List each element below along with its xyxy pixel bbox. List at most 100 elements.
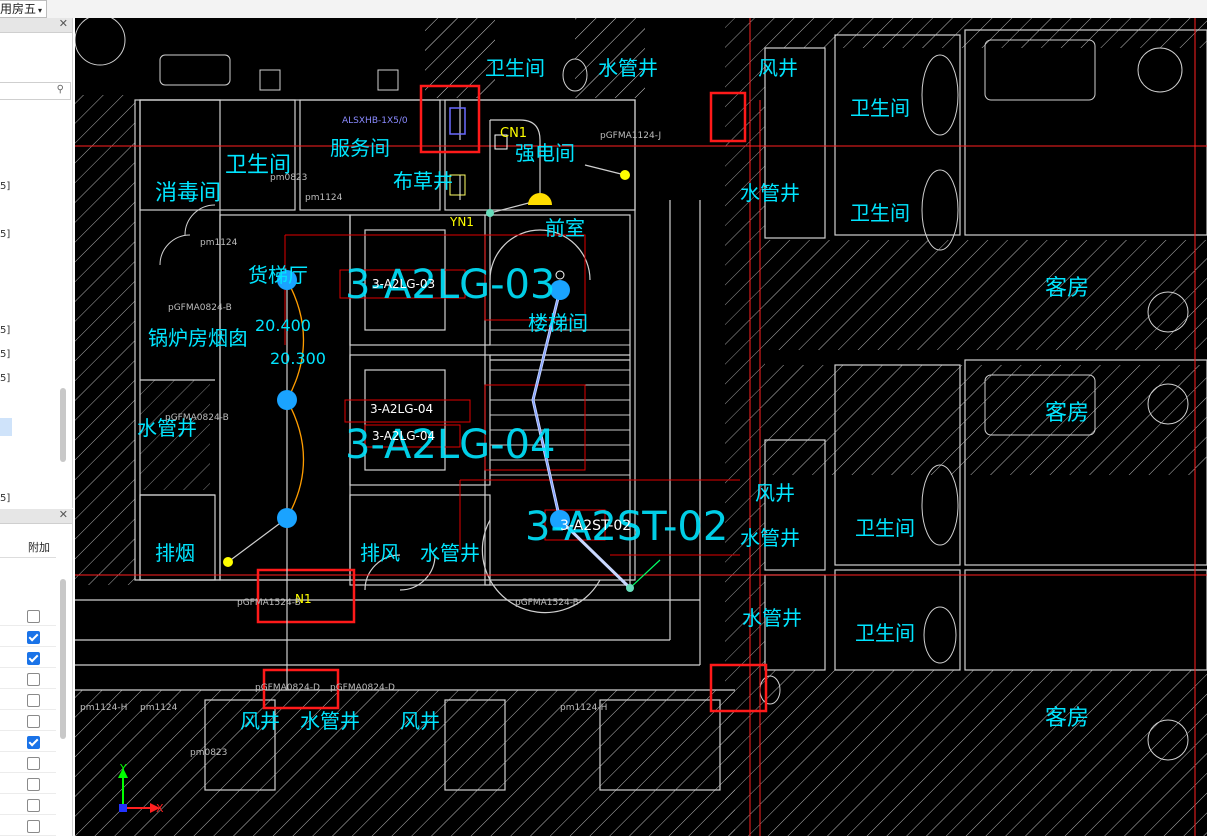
tree-item[interactable]: 5] — [0, 493, 10, 504]
room-label: 客房 — [1045, 276, 1089, 301]
door-tag: pm1124-H — [80, 703, 127, 713]
room-label: 风井 — [758, 56, 798, 80]
attach-checkbox[interactable] — [27, 652, 40, 665]
panel-header: ✕ — [0, 508, 72, 524]
door-tag: pm0823 — [190, 748, 227, 758]
room-label: 前室 — [545, 216, 585, 240]
row-divider — [0, 625, 56, 626]
panel-header: ✕ — [0, 17, 72, 33]
room-label: 水管井 — [420, 541, 480, 565]
row-divider — [0, 751, 56, 752]
room-label: 卫生间 — [850, 201, 910, 225]
attach-checkbox[interactable] — [27, 694, 40, 707]
attach-checkbox[interactable] — [27, 610, 40, 623]
door-tag: pm1124-H — [560, 703, 607, 713]
room-label: 排烟 — [155, 541, 195, 565]
equipment-tag: YN1 — [449, 215, 474, 229]
room-label: 客房 — [1045, 401, 1089, 426]
properties-panel: ✕ 附加 — [0, 508, 73, 836]
close-icon[interactable]: ✕ — [59, 508, 68, 521]
room-label: 客房 — [1045, 706, 1089, 731]
room-label: 卫生间 — [485, 56, 545, 80]
scrollbar[interactable] — [60, 388, 66, 462]
close-icon[interactable]: ✕ — [59, 17, 68, 30]
door-tag: pGFMA0824-D — [330, 683, 395, 693]
door-tag: pm0823 — [270, 173, 307, 183]
door-tag: pGFMA0824-B — [168, 303, 232, 313]
device-node — [277, 508, 297, 528]
row-divider — [0, 709, 56, 710]
row-divider — [0, 646, 56, 647]
room-label: 卫生间 — [850, 96, 910, 120]
column-header: 附加 — [0, 535, 56, 558]
door-tag: pGFMA1524-B — [515, 598, 579, 608]
elevation-label: 20.400 — [255, 316, 311, 335]
door-tag: pGFMA1124-J — [600, 131, 661, 141]
attach-checkbox[interactable] — [27, 799, 40, 812]
door-tag: pGFMA1524-B — [237, 598, 301, 608]
room-label: 卫生间 — [855, 516, 915, 540]
row-divider — [0, 772, 56, 773]
door-tag: pm1124 — [305, 193, 343, 203]
room-label: 楼梯间 — [528, 311, 588, 335]
floor-dropdown-label: 用房五 — [0, 2, 37, 16]
equipment-tag: 3-A2LG-04 — [370, 402, 433, 416]
cad-drawing-canvas[interactable]: 卫生间 消毒间 服务间 布草井 强电间 前室 货梯厅 锅炉房烟囱 水管井 排烟 … — [75, 18, 1207, 836]
scrollbar[interactable] — [60, 579, 66, 739]
room-label: 消毒间 — [155, 181, 221, 206]
search-icon[interactable]: ⚲ — [57, 84, 64, 95]
tree-item[interactable]: 5] — [0, 325, 10, 336]
left-panel: ✕ ⚲ 5] 5] 5] 5] 5] 5] ✕ 附加 — [0, 17, 75, 836]
room-label: 强电间 — [515, 141, 575, 165]
room-label: 服务间 — [330, 136, 390, 160]
attach-checkbox[interactable] — [27, 673, 40, 686]
top-toolbar: 用房五 ▾ — [0, 0, 1207, 19]
room-label: 水管井 — [598, 56, 658, 80]
attach-checkbox[interactable] — [27, 736, 40, 749]
axis-x-label: X — [156, 802, 164, 815]
door-tag: pGFMA0824-B — [165, 413, 229, 423]
attach-checkbox[interactable] — [27, 820, 40, 833]
equipment-tag: 3-A2ST-02 — [560, 518, 631, 534]
row-divider — [0, 688, 56, 689]
device-node — [223, 557, 233, 567]
device-node — [620, 170, 630, 180]
axis-y-label: Y — [119, 762, 127, 775]
chevron-down-icon: ▾ — [38, 6, 43, 15]
room-label: 卫生间 — [855, 621, 915, 645]
room-label: 水管井 — [300, 709, 360, 733]
attach-checkbox[interactable] — [27, 778, 40, 791]
door-tag: pm1124 — [200, 238, 238, 248]
attach-checkbox[interactable] — [27, 757, 40, 770]
attach-checkbox[interactable] — [27, 715, 40, 728]
navigation-panel: ✕ ⚲ 5] 5] 5] 5] 5] 5] — [0, 17, 73, 508]
device-node — [277, 390, 297, 410]
row-divider — [0, 667, 56, 668]
device-node — [486, 209, 494, 217]
room-label: 水管井 — [740, 526, 800, 550]
door-tag: pm1124 — [140, 703, 178, 713]
room-label: 排风 — [360, 541, 400, 565]
search-input[interactable]: ⚲ — [0, 82, 71, 100]
room-label: 锅炉房烟囱 — [148, 326, 248, 350]
room-label: 布草井 — [393, 169, 453, 193]
room-label: 风井 — [755, 481, 795, 505]
attach-checkbox[interactable] — [27, 631, 40, 644]
floor-dropdown[interactable]: 用房五 ▾ — [0, 0, 48, 18]
tree-item[interactable]: 5] — [0, 349, 10, 360]
device-node — [626, 584, 634, 592]
row-divider — [0, 793, 56, 794]
selected-tree-item[interactable] — [0, 418, 12, 436]
tree-item[interactable]: 5] — [0, 229, 10, 240]
room-label: 风井 — [400, 709, 440, 733]
tree-item[interactable]: 5] — [0, 373, 10, 384]
door-tag: ALSXHB-1X5/0 — [342, 116, 408, 126]
room-label: 货梯厅 — [248, 263, 308, 287]
equipment-tag: CN1 — [500, 126, 527, 141]
row-divider — [0, 814, 56, 815]
room-label: 水管井 — [740, 181, 800, 205]
tree-item[interactable]: 5] — [0, 181, 10, 192]
room-label: 风井 — [240, 709, 280, 733]
equipment-tag: 3-A2LG-03 — [372, 277, 435, 291]
room-label: 水管井 — [742, 606, 802, 630]
